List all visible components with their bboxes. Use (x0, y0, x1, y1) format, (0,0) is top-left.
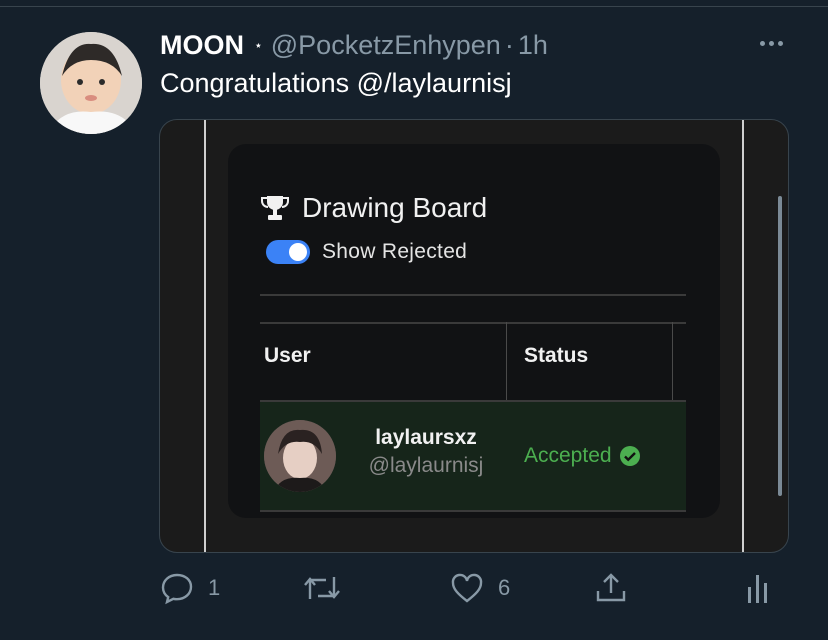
top-divider (0, 6, 828, 7)
author-handle[interactable]: @PocketzEnhypen (271, 30, 501, 61)
user-display-name: laylaursxz (375, 426, 477, 449)
user-username: @laylaurnisj (368, 454, 484, 477)
reply-button[interactable]: 1 (160, 566, 220, 610)
tweet-header: MOON ⋆ @PocketzEnhypen · 1h (160, 28, 548, 62)
reply-icon (161, 573, 193, 605)
more-options-icon[interactable] (754, 30, 788, 56)
card-title-text: Drawing Board (302, 192, 488, 223)
share-button[interactable] (594, 566, 628, 610)
toggle-label: Show Rejected (322, 240, 468, 263)
drawing-board-card: Drawing Board Show Rejected User Status (228, 144, 720, 518)
analytics-button[interactable] (746, 566, 770, 610)
tweet-text: Congratulations @/laylaurnisj (160, 68, 512, 98)
status-text: Accepted (524, 444, 612, 467)
like-count: 6 (498, 575, 511, 600)
show-rejected-toggle[interactable] (266, 240, 310, 264)
like-button[interactable]: 6 (450, 566, 510, 610)
tweet-media[interactable]: Drawing Board Show Rejected User Status (159, 119, 789, 553)
header-separator: · (504, 29, 514, 60)
status-cell: Accepted (524, 444, 640, 468)
media-right-border (742, 120, 744, 552)
author-name[interactable]: MOON (160, 30, 244, 61)
star-badge-icon: ⋆ (254, 36, 263, 53)
scrollbar[interactable] (778, 196, 782, 496)
table-row: laylaursxz @laylaurnisj Accepted (260, 400, 686, 512)
card-title: Drawing Board (260, 192, 487, 224)
author-avatar[interactable] (40, 32, 142, 134)
retweet-icon (304, 577, 340, 599)
trophy-icon (261, 196, 289, 220)
tweet-actions: 1 6 (0, 566, 828, 610)
retweet-button[interactable] (302, 566, 342, 610)
heart-icon (451, 573, 483, 603)
card-divider (260, 294, 686, 296)
media-left-border (204, 120, 206, 552)
reply-count: 1 (208, 575, 221, 600)
share-icon (596, 573, 626, 602)
tweet-time[interactable]: 1h (518, 30, 548, 61)
user-column-header: User (264, 344, 311, 367)
analytics-icon (748, 575, 767, 603)
check-circle-icon (619, 446, 640, 466)
status-column-header: Status (524, 344, 589, 367)
table-top-border (260, 322, 686, 324)
user-avatar (264, 420, 336, 492)
